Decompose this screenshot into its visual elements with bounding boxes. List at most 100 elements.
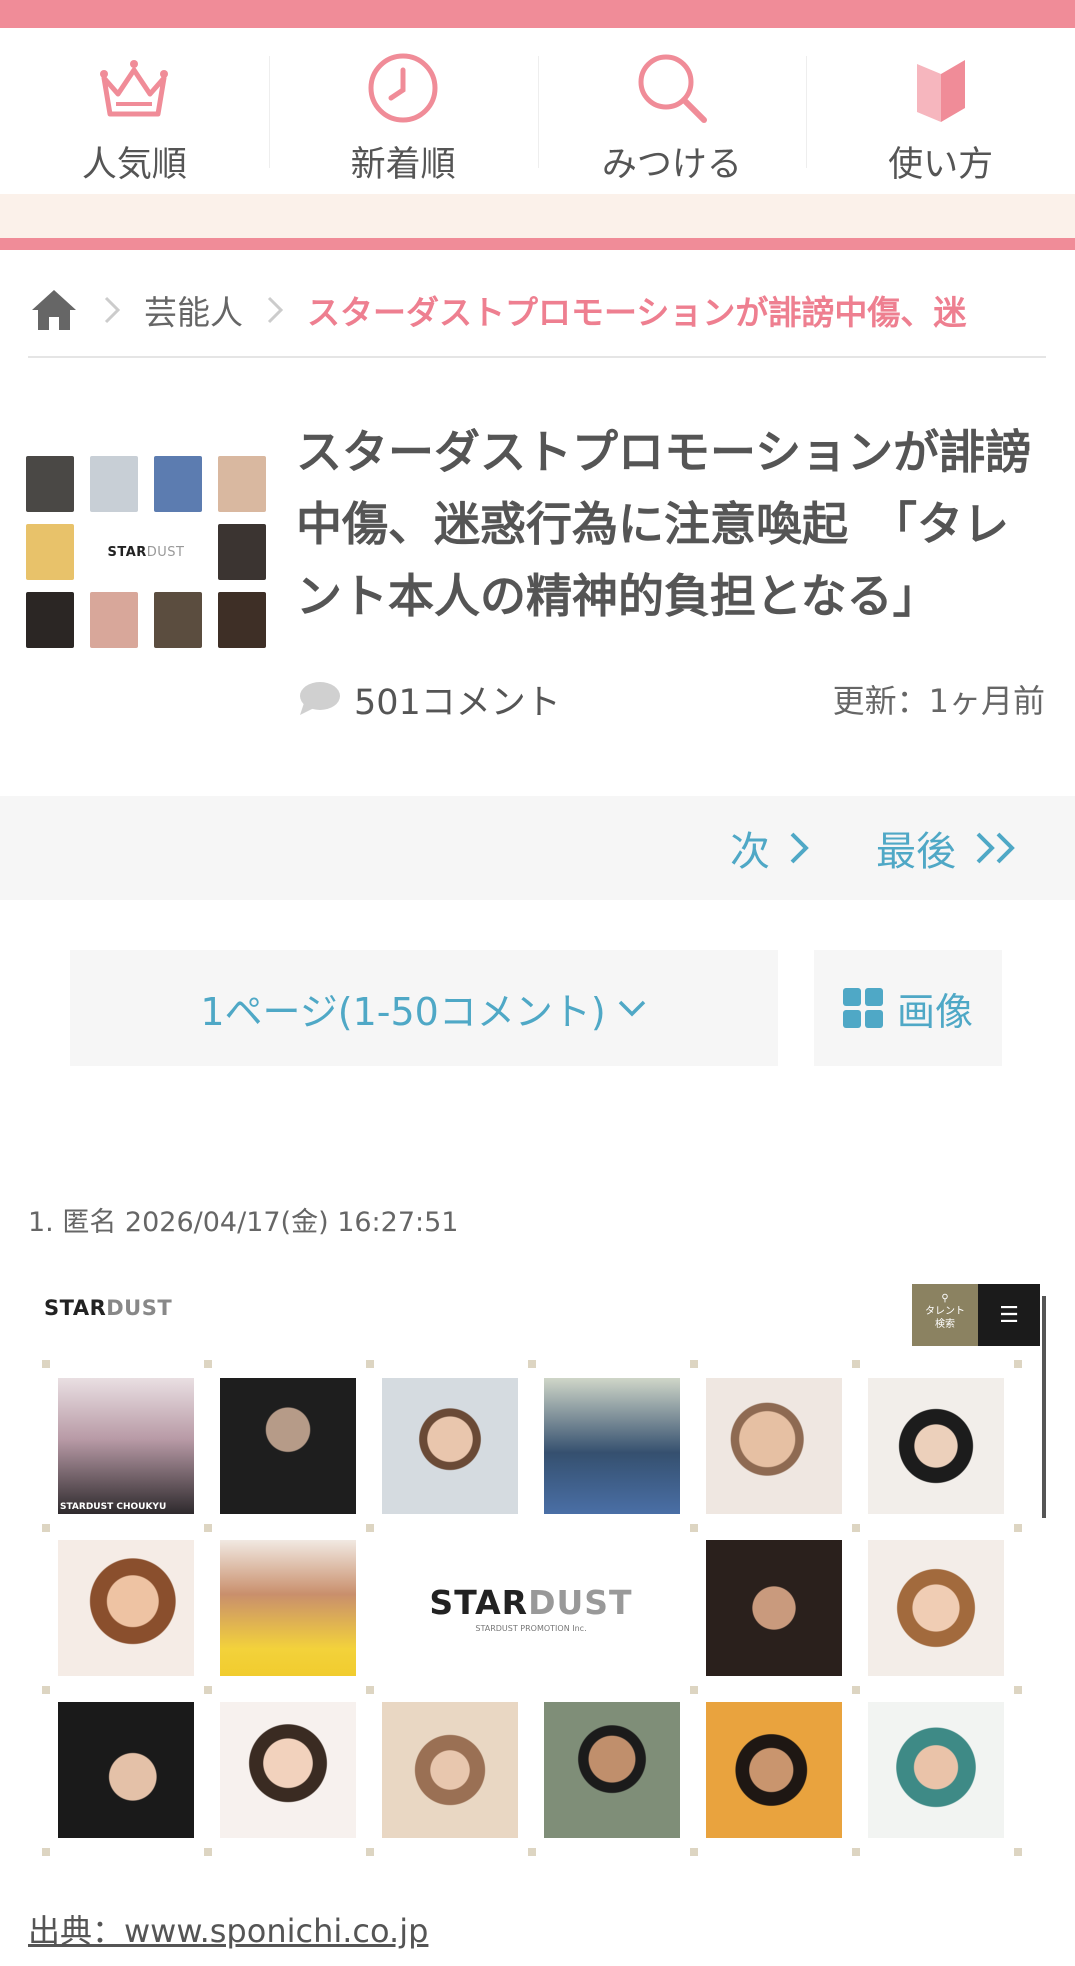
grid-dot: [852, 1360, 860, 1368]
grid-dot: [204, 1848, 212, 1856]
thumb-photo: [218, 456, 266, 512]
pager: 次 最後: [0, 796, 1075, 900]
talent-photo: [544, 1702, 680, 1838]
double-chevron-right-icon: [976, 832, 1015, 864]
comment-header: 1. 匿名 2026/04/17(金) 16:27:51: [28, 1207, 459, 1238]
comment-count: 501コメント: [296, 674, 561, 724]
talent-photo: [58, 1702, 194, 1838]
next-page-link[interactable]: 次: [730, 820, 812, 876]
top-accent-bar: [0, 0, 1075, 28]
thumb-photo: [154, 592, 202, 648]
topic-thumbnail[interactable]: STAR DUST: [26, 456, 266, 648]
talent-photo: [868, 1540, 1004, 1676]
chevron-right-icon: [104, 296, 121, 324]
chevron-down-icon: [618, 1000, 645, 1017]
talent-photo: [220, 1702, 356, 1838]
last-page-link[interactable]: 最後: [876, 820, 1020, 876]
logo-sub-text: DUST: [106, 1296, 173, 1320]
talent-photo: [868, 1378, 1004, 1514]
talent-photo: [58, 1540, 194, 1676]
thumb-photo: [90, 592, 138, 648]
image-button-label: 画像: [896, 989, 973, 1034]
talent-photo-grid: STARDUST CHOUKYU STARDUST STARDUST PROMO…: [58, 1378, 1004, 1838]
grid-dot: [42, 1848, 50, 1856]
thumb-photo: [26, 456, 74, 512]
thumb-photo: [90, 456, 138, 512]
grid-dot: [366, 1360, 374, 1368]
center-logo-main: STAR: [429, 1583, 529, 1622]
talent-photo: [706, 1378, 842, 1514]
nav-popular[interactable]: 人気順: [0, 28, 269, 194]
talent-photo: [382, 1702, 518, 1838]
search-label-2: 検索: [935, 1319, 955, 1330]
image-scrollbar: [1042, 1296, 1046, 1518]
search-icon: ⚲: [941, 1293, 949, 1304]
clock-icon: [368, 53, 438, 123]
talent-photo: [706, 1702, 842, 1838]
grid-dot: [1014, 1848, 1022, 1856]
speech-bubble-icon: [300, 682, 340, 715]
home-icon[interactable]: [28, 284, 80, 336]
talent-photo: [220, 1540, 356, 1676]
thumb-logo: STAR DUST: [90, 524, 202, 580]
thumb-logo-main: STAR: [107, 544, 147, 560]
grid-dot: [528, 1848, 536, 1856]
last-label: 最後: [876, 829, 956, 875]
grid-dot: [1014, 1524, 1022, 1532]
comment-count-text: 501コメント: [354, 682, 561, 723]
grid-dot: [42, 1360, 50, 1368]
grid-dot: [42, 1686, 50, 1694]
photo-caption: STARDUST CHOUKYU: [60, 1502, 167, 1512]
next-label: 次: [730, 829, 770, 875]
image-view-button[interactable]: 画像: [814, 950, 1002, 1066]
nav-label: 使い方: [888, 145, 994, 185]
grid-dot: [1014, 1360, 1022, 1368]
page-select-label: 1ページ(1-50コメント): [200, 989, 606, 1034]
talent-search-button: ⚲ タレント 検索: [912, 1284, 978, 1346]
chevron-right-icon: [267, 296, 284, 324]
thumb-logo-sub: DUST: [146, 544, 185, 560]
breadcrumb: 芸能人 スターダストプロモーションが誹謗中傷、迷: [28, 270, 1048, 350]
center-logo-small: STARDUST PROMOTION Inc.: [475, 1624, 587, 1633]
nav-newest[interactable]: 新着順: [268, 28, 538, 194]
grid-dot: [690, 1360, 698, 1368]
breadcrumb-current: スターダストプロモーションが誹謗中傷、迷: [307, 293, 967, 332]
grid-dot: [42, 1524, 50, 1532]
search-icon: [638, 54, 707, 123]
thumb-photo: [26, 524, 74, 580]
stardust-logo: STARDUST: [44, 1296, 172, 1320]
center-logo-sub: DUST: [528, 1583, 633, 1622]
talent-photo: [220, 1378, 356, 1514]
grid-dot: [528, 1360, 536, 1368]
talent-photo: [868, 1702, 1004, 1838]
grid-dot: [204, 1360, 212, 1368]
talent-photo: [544, 1378, 680, 1514]
comment-image[interactable]: STARDUST ⚲ タレント 検索 ☰ STARDUST CHOUKYU ST…: [28, 1272, 1048, 1864]
talent-photo: STARDUST CHOUKYU: [58, 1378, 194, 1514]
grid-dot: [366, 1848, 374, 1856]
nav-label: 新着順: [350, 145, 456, 185]
grid-dot: [690, 1848, 698, 1856]
thumb-photo: [218, 524, 266, 580]
nav-find[interactable]: みつける: [537, 28, 807, 194]
logo-main-text: STAR: [44, 1296, 107, 1320]
page-select-dropdown[interactable]: 1ページ(1-50コメント): [70, 950, 778, 1066]
nav-howto[interactable]: 使い方: [806, 28, 1075, 194]
thumb-photo: [154, 456, 202, 512]
breadcrumb-category[interactable]: 芸能人: [144, 286, 243, 334]
grid-dot: [852, 1848, 860, 1856]
updated-time: 更新：1ヶ月前: [832, 682, 1045, 720]
chevron-right-icon: [790, 832, 809, 864]
breadcrumb-divider: [28, 356, 1046, 358]
nav-label: 人気順: [81, 145, 187, 185]
main-nav: 人気順 新着順 みつける 使い方: [0, 28, 1075, 194]
grid-dot: [1014, 1686, 1022, 1694]
source-link[interactable]: 出典：www.sponichi.co.jp: [28, 1906, 428, 1952]
book-icon: [916, 60, 965, 122]
talent-photo: [382, 1378, 518, 1514]
search-label-1: タレント: [925, 1306, 965, 1317]
topic-title: スターダストプロモーションが誹謗中傷、迷惑行為に注意喚起 「タレント本人の精神的…: [296, 425, 1032, 623]
grid-icon: [842, 988, 883, 1028]
header-divider: [0, 238, 1075, 250]
header-band: [0, 194, 1075, 238]
